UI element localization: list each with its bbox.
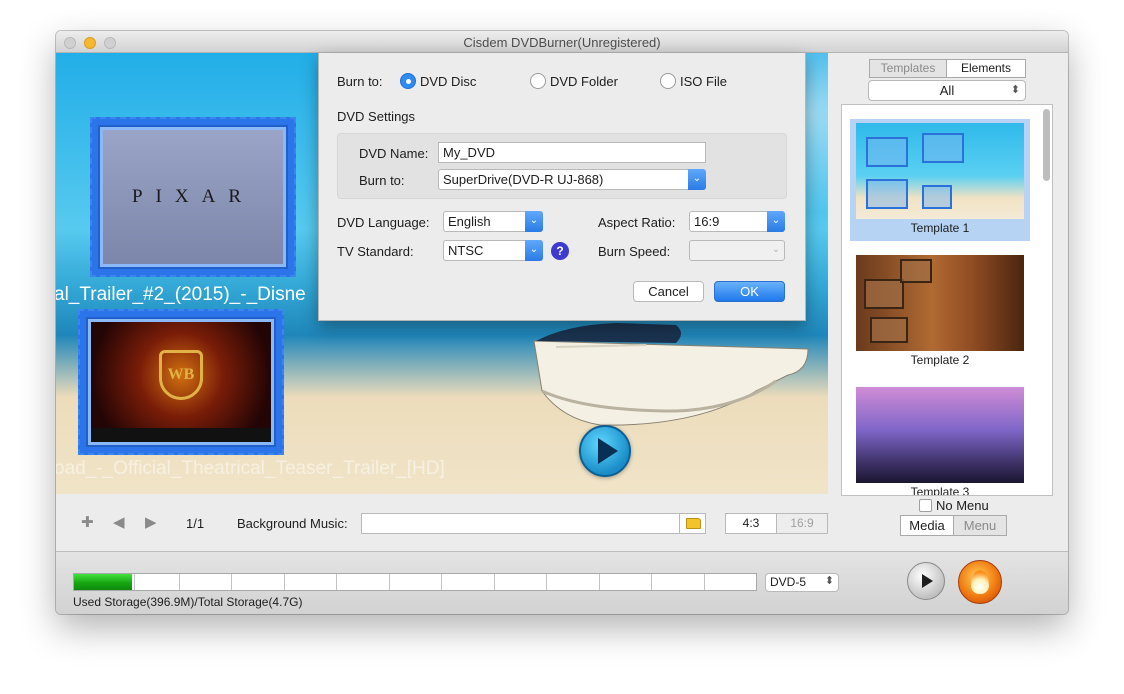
browse-music-button[interactable]	[679, 513, 706, 534]
template-item-2[interactable]: Template 2	[850, 251, 1030, 373]
template-3-label: Template 3	[910, 485, 970, 496]
template-list: Template 1 Template 2 Template 3	[841, 104, 1053, 496]
template-item-1[interactable]: Template 1	[850, 119, 1030, 241]
chevron-down-icon: ⌄	[771, 244, 781, 255]
pixar-video-thumbnail: PIXAR	[103, 130, 283, 264]
wb-video-thumbnail: WB	[91, 322, 271, 442]
mini-frame	[870, 317, 908, 343]
ok-button[interactable]: OK	[714, 281, 785, 302]
aspect-ratio-select[interactable]: 16:9 ⌄	[689, 211, 785, 232]
language-select[interactable]: English ⌄	[443, 211, 543, 232]
burn-speed-label: Burn Speed:	[598, 244, 671, 259]
menu-thumbnail-2[interactable]: WB	[78, 309, 284, 455]
folder-icon	[685, 518, 701, 529]
dvd-name-label: DVD Name:	[359, 146, 429, 161]
dvd-disc-label[interactable]: DVD Disc	[420, 74, 476, 89]
tab-templates[interactable]: Templates	[869, 59, 947, 78]
play-icon	[597, 438, 618, 464]
bottom-bar: Used Storage(396.9M)/Total Storage(4.7G)…	[56, 551, 1068, 614]
template-2-label: Template 2	[910, 353, 970, 367]
dvd-folder-radio[interactable]	[530, 73, 546, 89]
mini-frame	[900, 259, 932, 283]
language-select-value: English	[448, 214, 491, 229]
play-icon	[922, 574, 933, 588]
storage-text: Used Storage(396.9M)/Total Storage(4.7G)	[73, 595, 303, 609]
ratio-16-9-button[interactable]: 16:9	[776, 513, 828, 534]
up-down-chevron-icon: ⬍	[1010, 84, 1020, 96]
filter-select-value: All	[939, 83, 955, 98]
chevron-down-icon: ⌄	[525, 211, 543, 232]
template-1-thumbnail	[856, 123, 1024, 219]
template-3-thumbnail	[856, 387, 1024, 483]
drive-select-value: SuperDrive(DVD-R UJ-868)	[443, 172, 604, 187]
pixar-logo-text: PIXAR	[131, 186, 254, 207]
tv-standard-select-value: NTSC	[448, 243, 484, 258]
cancel-button[interactable]: Cancel	[633, 281, 704, 302]
dvd-name-field[interactable]: My_DVD	[438, 142, 706, 163]
mini-frame	[922, 185, 952, 209]
template-1-label: Template 1	[910, 221, 970, 235]
tv-standard-select[interactable]: NTSC ⌄	[443, 240, 543, 261]
iso-file-label[interactable]: ISO File	[680, 74, 727, 89]
template-2-thumbnail	[856, 255, 1024, 351]
template-item-3[interactable]: Template 3	[850, 383, 1030, 495]
mini-frame	[864, 279, 904, 309]
chevron-down-icon: ⌄	[688, 169, 706, 190]
mini-frame	[866, 137, 908, 167]
tab-menu[interactable]: Menu	[953, 515, 1007, 536]
storage-bar	[73, 573, 757, 591]
burn-speed-select[interactable]: ⌄	[689, 240, 785, 261]
help-icon[interactable]: ?	[551, 242, 569, 260]
wb-logo: WB	[159, 350, 203, 400]
flame-icon	[971, 570, 989, 594]
preview-play-button[interactable]	[907, 562, 945, 600]
dvd-disc-radio[interactable]	[400, 73, 416, 89]
ratio-4-3-button[interactable]: 4:3	[725, 513, 777, 534]
no-menu-checkbox[interactable]	[919, 499, 932, 512]
mini-frame	[866, 179, 908, 209]
aspect-ratio-label: Aspect Ratio:	[598, 215, 676, 230]
tab-elements[interactable]: Elements	[946, 59, 1026, 78]
title-bar: Cisdem DVDBurner(Unregistered)	[56, 31, 1068, 53]
background-music-field[interactable]	[361, 513, 706, 534]
tab-media[interactable]: Media	[900, 515, 954, 536]
boat-illustration	[533, 323, 809, 426]
filter-select[interactable]: All ⬍	[868, 80, 1026, 101]
disc-type-select[interactable]: DVD-5 ⬍	[765, 573, 839, 592]
dvd-folder-label[interactable]: DVD Folder	[550, 74, 618, 89]
play-all-button[interactable]	[579, 425, 631, 477]
iso-file-radio[interactable]	[660, 73, 676, 89]
up-down-chevron-icon: ⬍	[824, 575, 834, 587]
drive-select[interactable]: SuperDrive(DVD-R UJ-868) ⌄	[438, 169, 706, 190]
storage-used-fill	[74, 574, 132, 590]
menu-thumbnail-1[interactable]: PIXAR	[90, 117, 296, 277]
menu-title-1[interactable]: al_Trailer_#2_(2015)_-_Disne	[56, 284, 306, 306]
chevron-down-icon: ⌄	[525, 240, 543, 261]
background-music-label: Background Music:	[237, 516, 348, 531]
disc-type-value: DVD-5	[770, 575, 807, 589]
menu-title-2[interactable]: oad_-_Official_Theatrical_Teaser_Trailer…	[56, 458, 445, 480]
template-list-scrollbar[interactable]	[1043, 109, 1050, 181]
app-window: Cisdem DVDBurner(Unregistered) PIXAR al_…	[56, 31, 1068, 614]
page-indicator: 1/1	[186, 516, 205, 531]
tv-standard-label: TV Standard:	[337, 244, 414, 259]
mini-frame	[922, 133, 964, 163]
aspect-ratio-select-value: 16:9	[694, 214, 720, 229]
burn-button[interactable]	[958, 560, 1002, 604]
dvd-settings-heading: DVD Settings	[337, 109, 416, 124]
language-label: DVD Language:	[337, 215, 430, 230]
window-title: Cisdem DVDBurner(Unregistered)	[463, 35, 661, 50]
burn-to-label: Burn to:	[337, 74, 383, 89]
drive-label: Burn to:	[359, 173, 405, 188]
burn-settings-dialog: Burn to: DVD Disc DVD Folder ISO File DV…	[318, 53, 806, 321]
previous-page-icon[interactable]: ◀	[113, 513, 125, 531]
next-page-icon[interactable]: ▶	[145, 513, 157, 531]
add-icon[interactable]: ✚	[81, 513, 94, 531]
chevron-down-icon: ⌄	[767, 211, 785, 232]
no-menu-label[interactable]: No Menu	[936, 498, 989, 513]
